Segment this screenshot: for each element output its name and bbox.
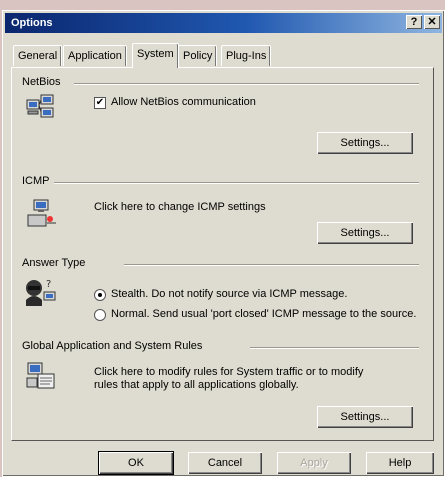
allow-netbios-label[interactable]: Allow NetBios communication bbox=[111, 96, 256, 108]
netbios-divider bbox=[74, 83, 419, 85]
global-rules-description-line1[interactable]: Click here to modify rules for System tr… bbox=[94, 366, 363, 378]
icmp-computer-icon bbox=[27, 199, 56, 227]
global-rules-group-title: Global Application and System Rules bbox=[22, 340, 203, 352]
netbios-group-title: NetBios bbox=[22, 76, 61, 88]
tab-plug-ins[interactable]: Plug-Ins bbox=[221, 45, 272, 66]
tab-policy[interactable]: Policy bbox=[178, 45, 218, 66]
network-computers-icon bbox=[26, 94, 54, 118]
tab-general[interactable]: General bbox=[13, 45, 63, 66]
window-title: Options bbox=[11, 17, 53, 29]
icmp-group-title: ICMP bbox=[22, 175, 50, 187]
icmp-description[interactable]: Click here to change ICMP settings bbox=[94, 201, 266, 213]
stealth-mode-icon: ? bbox=[26, 279, 56, 306]
apply-button[interactable]: Apply bbox=[277, 452, 351, 474]
stealth-option-label[interactable]: Stealth. Do not notify source via ICMP m… bbox=[111, 288, 347, 300]
tab-system[interactable]: System bbox=[132, 43, 179, 68]
global-rules-description-line2[interactable]: rules that apply to all applications glo… bbox=[94, 379, 299, 391]
normal-option-label[interactable]: Normal. Send usual 'port closed' ICMP me… bbox=[111, 308, 416, 320]
ok-button[interactable]: OK bbox=[98, 451, 174, 475]
close-icon[interactable]: ✕ bbox=[424, 15, 440, 29]
answer-type-divider bbox=[124, 264, 419, 266]
icmp-settings-button[interactable]: Settings... bbox=[317, 222, 413, 244]
global-rules-divider bbox=[250, 347, 419, 349]
allow-netbios-checkbox[interactable]: ✔ bbox=[94, 97, 106, 109]
global-rules-icon bbox=[26, 362, 55, 389]
title-bar[interactable]: Options ? ✕ bbox=[5, 13, 442, 33]
global-rules-settings-button[interactable]: Settings... bbox=[317, 406, 413, 428]
svg-text:?: ? bbox=[46, 279, 51, 290]
help-button[interactable]: Help bbox=[366, 452, 434, 474]
tab-application[interactable]: Application bbox=[63, 45, 127, 66]
options-dialog: Options ? ✕ General Application System P… bbox=[2, 10, 445, 477]
system-tab-panel: NetBios ✔ Allow NetBios communication Se… bbox=[11, 67, 434, 441]
answer-type-group-title: Answer Type bbox=[22, 257, 86, 269]
normal-radio[interactable] bbox=[94, 309, 106, 321]
netbios-settings-button[interactable]: Settings... bbox=[317, 132, 413, 154]
icmp-divider bbox=[54, 182, 419, 184]
cancel-button[interactable]: Cancel bbox=[188, 452, 262, 474]
stealth-radio[interactable] bbox=[94, 289, 106, 301]
help-caption-button[interactable]: ? bbox=[406, 15, 422, 29]
